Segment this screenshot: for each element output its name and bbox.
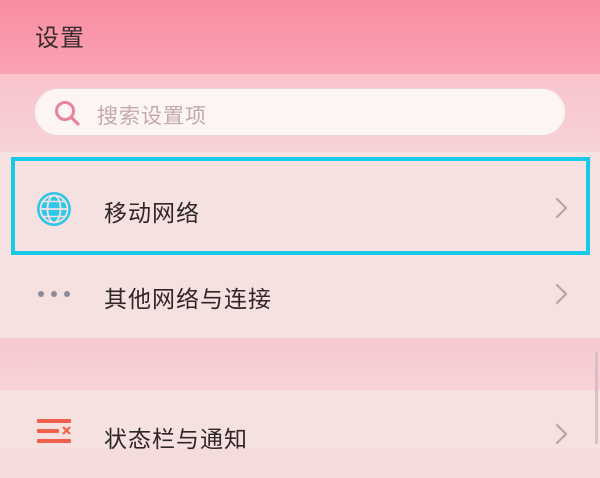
search-icon [55,101,80,126]
app-header: 设置 [0,0,600,74]
section-gap [0,338,600,390]
divider [34,364,564,365]
chevron-right-icon [555,283,568,305]
search-area: 搜索设置项 [0,74,600,152]
settings-item-mobile-network[interactable]: 移动网络 [0,164,600,252]
chevron-right-icon [555,197,568,219]
settings-item-label: 状态栏与通知 [104,427,248,453]
chevron-right-icon [555,423,568,445]
settings-item-label: 其他网络与连接 [104,287,272,313]
more-dots-icon [38,291,70,297]
search-placeholder: 搜索设置项 [97,104,207,128]
globe-icon [37,192,71,226]
page-title: 设置 [35,24,85,52]
scrollbar[interactable] [595,352,598,444]
settings-item-statusbar-notifications[interactable]: 状态栏与通知 [0,390,600,478]
settings-item-label: 移动网络 [104,201,200,227]
settings-item-other-networks[interactable]: 其他网络与连接 [0,250,600,338]
search-input[interactable]: 搜索设置项 [34,88,566,136]
statusbar-notification-icon [37,419,71,443]
network-section: 移动网络 其他网络与连接 [0,152,600,338]
display-section: 状态栏与通知 [0,390,600,453]
